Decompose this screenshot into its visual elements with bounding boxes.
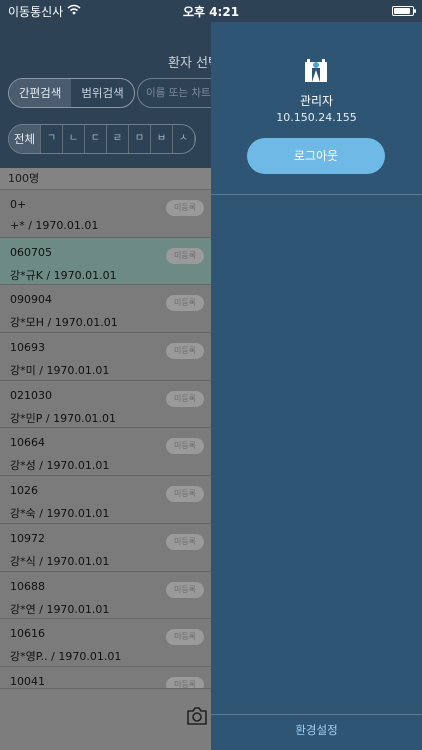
settings-button[interactable]: 환경설정 bbox=[211, 722, 422, 738]
status-badge: 미등록 bbox=[166, 581, 204, 598]
index-item[interactable]: ㄹ bbox=[107, 125, 129, 153]
battery-fill bbox=[394, 8, 411, 14]
camera-icon[interactable] bbox=[186, 707, 208, 729]
index-item[interactable]: ㄴ bbox=[63, 125, 85, 153]
divider bbox=[211, 194, 422, 195]
index-all[interactable]: 전체 bbox=[9, 125, 41, 153]
side-drawer: 관리자 10.150.24.155 로그아웃 환경설정 bbox=[211, 0, 422, 750]
wifi-icon bbox=[67, 4, 81, 18]
segment-range-search[interactable]: 범위검색 bbox=[71, 79, 133, 107]
index-item[interactable]: ㄱ bbox=[41, 125, 63, 153]
status-badge: 미등록 bbox=[166, 247, 204, 264]
status-badge: 미등록 bbox=[166, 676, 204, 688]
battery-icon bbox=[392, 6, 416, 16]
hospital-logo-icon bbox=[303, 58, 329, 88]
status-badge: 미등록 bbox=[166, 486, 204, 503]
user-ip: 10.150.24.155 bbox=[276, 111, 357, 124]
status-badge: 미등록 bbox=[166, 343, 204, 360]
segment-simple-search[interactable]: 간편검색 bbox=[9, 79, 72, 107]
index-bar: 전체 ㄱ ㄴ ㄷ ㄹ ㅁ ㅂ ㅅ bbox=[8, 124, 196, 154]
status-badge: 미등록 bbox=[166, 200, 204, 216]
index-item[interactable]: ㅅ bbox=[173, 125, 195, 153]
status-badge: 미등록 bbox=[166, 390, 204, 407]
index-item[interactable]: ㅂ bbox=[151, 125, 173, 153]
divider bbox=[211, 714, 422, 715]
user-role: 관리자 bbox=[299, 94, 334, 108]
index-item[interactable]: ㅁ bbox=[129, 125, 151, 153]
carrier-label: 이동통신사 bbox=[8, 4, 64, 19]
status-badge: 미등록 bbox=[166, 295, 204, 312]
logout-button[interactable]: 로그아웃 bbox=[247, 138, 385, 174]
index-item[interactable]: ㄷ bbox=[85, 125, 107, 153]
status-bar: 이동통신사 오후 4:21 bbox=[0, 0, 422, 22]
status-badge: 미등록 bbox=[166, 438, 204, 455]
status-badge: 미등록 bbox=[166, 629, 204, 646]
status-badge: 미등록 bbox=[166, 533, 204, 550]
search-mode-segment: 간편검색 범위검색 bbox=[8, 78, 135, 108]
